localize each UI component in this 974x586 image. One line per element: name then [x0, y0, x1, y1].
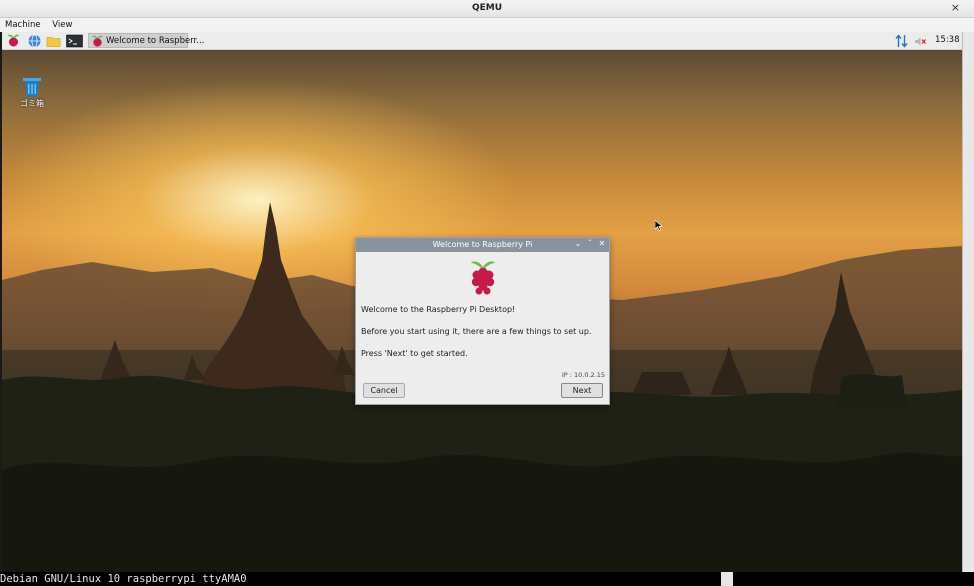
dialog-minimize-icon[interactable]: ⌄ [573, 239, 583, 248]
dialog-title: Welcome to Raspberry Pi [432, 240, 533, 249]
network-transfer-icon[interactable] [895, 34, 908, 48]
next-button[interactable]: Next [561, 383, 603, 398]
menu-view[interactable]: View [43, 18, 72, 30]
dialog-close-icon[interactable]: ✕ [597, 239, 607, 248]
cancel-button[interactable]: Cancel [363, 383, 405, 398]
mouse-pointer-icon [655, 220, 663, 231]
clock[interactable]: 15:38 [935, 35, 960, 45]
menu-machine[interactable]: Machine [0, 18, 41, 30]
welcome-dialog: Welcome to Raspberry Pi ⌄ ˆ ✕ Welcome to… [355, 237, 610, 405]
trash-icon [23, 78, 41, 97]
globe-browser-icon[interactable] [27, 34, 42, 48]
taskbar-item-label: Welcome to Raspberr... [106, 36, 205, 46]
dialog-body-2: Press 'Next' to get started. [361, 349, 468, 358]
dialog-maximize-icon[interactable]: ˆ [585, 239, 595, 248]
console-cursor [721, 572, 733, 586]
window-right-border [962, 32, 974, 572]
trash-label: ゴミ箱 [20, 99, 44, 108]
qemu-title-bar[interactable]: QEMU × [0, 0, 974, 18]
qemu-menubar: Machine View [0, 18, 974, 32]
raspberry-pi-logo [471, 261, 495, 295]
dialog-body-1: Before you start using it, there are a f… [361, 327, 592, 336]
dialog-heading: Welcome to the Raspberry Pi Desktop! [361, 305, 516, 314]
ip-address: IP : 10.0.2.15 [561, 371, 605, 379]
dialog-title-bar[interactable]: Welcome to Raspberry Pi [356, 238, 609, 252]
window-title: QEMU [471, 3, 503, 13]
taskbar-panel: Welcome to Raspberr... 15:38 [2, 32, 962, 50]
raspberry-task-icon [91, 35, 104, 47]
terminal-icon[interactable] [66, 34, 83, 48]
desktop-wallpaper[interactable]: ゴミ箱 Welcome to Raspberry Pi ⌄ ˆ ✕ Welcom… [2, 50, 962, 572]
folder-icon[interactable] [46, 34, 61, 48]
guest-screen: ゴミ箱 Welcome to Raspberry Pi ⌄ ˆ ✕ Welcom… [2, 32, 962, 572]
volume-muted-icon[interactable] [914, 36, 927, 47]
trash-desktop-icon[interactable]: ゴミ箱 [20, 76, 44, 108]
taskbar-item-welcome[interactable]: Welcome to Raspberr... [88, 33, 204, 48]
close-icon[interactable]: × [951, 1, 960, 14]
serial-console-line: Debian GNU/Linux 10 raspberrypi ttyAMA0 [0, 572, 974, 586]
raspberry-menu-icon[interactable] [6, 34, 21, 48]
